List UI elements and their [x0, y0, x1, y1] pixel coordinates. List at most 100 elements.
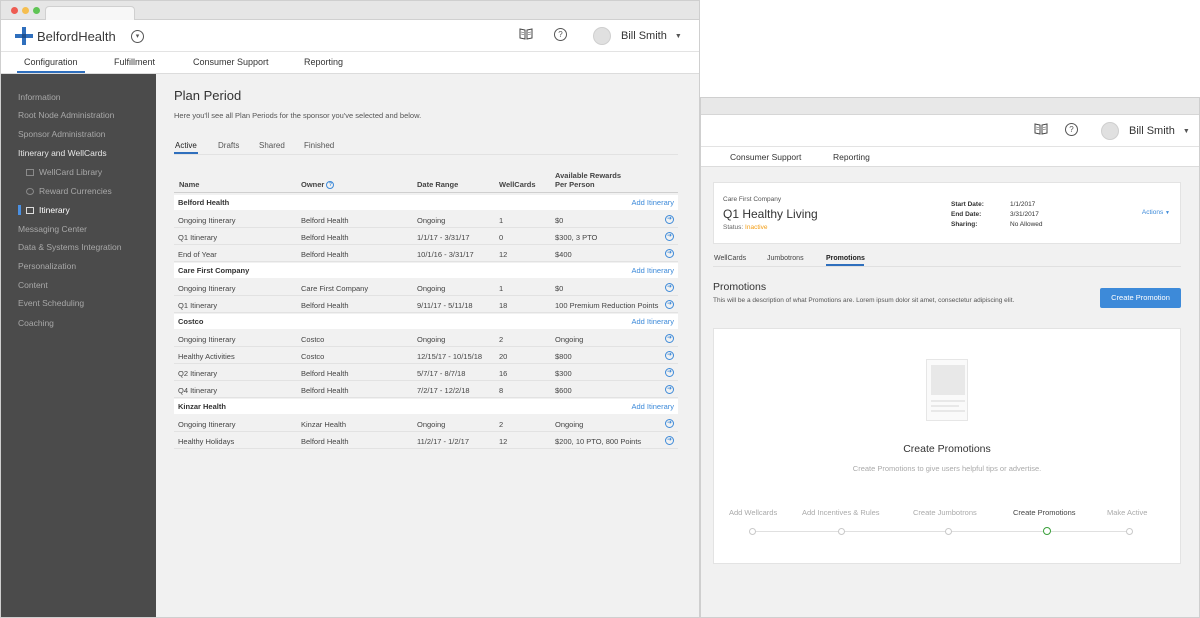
- tab-wellcards[interactable]: WellCards: [714, 255, 746, 262]
- sidebar-item-data-systems-integration[interactable]: Data & Systems Integration: [18, 242, 121, 252]
- tab-drafts[interactable]: Drafts: [218, 141, 239, 150]
- step-dot[interactable]: [945, 528, 952, 535]
- table-row[interactable]: Healthy Holidays Belford Health 11/2/17 - …: [174, 433, 678, 449]
- sidebar-item-root-node-administration[interactable]: Root Node Administration: [18, 110, 114, 120]
- table-row[interactable]: Q2 Itinerary Belford Health 5/7/17 - 8/7/1…: [174, 365, 678, 381]
- arrow-right-circle-icon[interactable]: ➜: [665, 232, 674, 241]
- step-dot[interactable]: [749, 528, 756, 535]
- step-label-make-active[interactable]: Make Active: [1107, 508, 1147, 517]
- add-itinerary-link[interactable]: Add Itinerary: [631, 317, 674, 326]
- cell-date-range: 12/15/17 - 10/15/18: [417, 352, 483, 361]
- tab-jumbotrons[interactable]: Jumbotrons: [767, 255, 804, 262]
- table-row[interactable]: Ongoing Itinerary Belford Health Ongoing 1 $…: [174, 212, 678, 228]
- column-header-name[interactable]: Name: [179, 180, 199, 189]
- column-header-date-range[interactable]: Date Range: [417, 180, 458, 189]
- arrow-right-circle-icon[interactable]: ➜: [665, 300, 674, 309]
- table-row[interactable]: Q1 Itinerary Belford Health 1/1/17 - 3/31/…: [174, 229, 678, 245]
- tab-promotions[interactable]: Promotions: [826, 255, 865, 262]
- user-menu[interactable]: Bill Smith ▼: [593, 25, 682, 47]
- table-row[interactable]: End of Year Belford Health 10/1/16 - 3/31/…: [174, 246, 678, 262]
- sidebar-item-wellcard-library[interactable]: WellCard Library: [26, 167, 102, 177]
- table-row[interactable]: Q4 Itinerary Belford Health 7/2/17 - 12/2/…: [174, 382, 678, 398]
- column-header-rewards[interactable]: Available Rewards Per Person: [555, 171, 621, 189]
- help-icon[interactable]: ?: [1065, 123, 1078, 136]
- cell-date-range: 1/1/17 - 3/31/17: [417, 233, 470, 242]
- tab-shared[interactable]: Shared: [259, 141, 285, 150]
- cell-wellcards: 12: [499, 250, 508, 259]
- add-itinerary-link[interactable]: Add Itinerary: [631, 402, 674, 411]
- cell-rewards: Ongoing: [555, 335, 584, 344]
- sidebar-item-itinerary[interactable]: Itinerary: [26, 205, 70, 215]
- sidebar-item-information[interactable]: Information: [18, 92, 61, 102]
- sponsor-dropdown-chevron-icon[interactable]: ▾: [131, 30, 144, 43]
- plan-summary-card: Care First Company Q1 Healthy Living Sta…: [713, 182, 1181, 244]
- sidebar-item-personalization[interactable]: Personalization: [18, 261, 76, 271]
- nav-tab-reporting[interactable]: Reporting: [833, 152, 870, 162]
- arrow-right-circle-icon[interactable]: ➜: [665, 368, 674, 377]
- step-dot[interactable]: [838, 528, 845, 535]
- arrow-right-circle-icon[interactable]: ➜: [665, 215, 674, 224]
- step-label-add-incentives-rules[interactable]: Add Incentives & Rules: [802, 508, 880, 517]
- user-menu[interactable]: Bill Smith ▼: [1101, 120, 1190, 142]
- end-date-value: 3/31/2017: [1010, 211, 1039, 218]
- table-group-header: Costco Add Itinerary: [174, 314, 678, 329]
- nav-tab-fulfillment[interactable]: Fulfillment: [114, 57, 155, 67]
- cell-name: Q2 Itinerary: [178, 369, 218, 378]
- add-itinerary-link[interactable]: Add Itinerary: [631, 266, 674, 275]
- arrow-right-circle-icon[interactable]: ➜: [665, 436, 674, 445]
- page-title: Plan Period: [174, 88, 242, 103]
- table-row[interactable]: Ongoing Itinerary Kinzar Health Ongoing 2 On…: [174, 416, 678, 432]
- add-itinerary-link[interactable]: Add Itinerary: [631, 198, 674, 207]
- maximize-window-dot[interactable]: [33, 7, 40, 14]
- sidebar-item-messaging-center[interactable]: Messaging Center: [18, 224, 87, 234]
- step-dot-current[interactable]: [1043, 527, 1051, 535]
- sidebar-item-coaching[interactable]: Coaching: [18, 318, 54, 328]
- arrow-right-circle-icon[interactable]: ➜: [665, 249, 674, 258]
- step-label-create-jumbotrons[interactable]: Create Jumbotrons: [913, 508, 977, 517]
- cell-name: Ongoing Itinerary: [178, 335, 236, 344]
- step-dot[interactable]: [1126, 528, 1133, 535]
- table-row[interactable]: Q1 Itinerary Belford Health 9/11/17 - 5/11…: [174, 297, 678, 313]
- table-row[interactable]: Healthy Activities Costco 12/15/17 - 10/15…: [174, 348, 678, 364]
- sidebar-item-itinerary-and-wellcards[interactable]: Itinerary and WellCards: [18, 148, 107, 158]
- sidebar-item-content[interactable]: Content: [18, 280, 48, 290]
- minimize-window-dot[interactable]: [22, 7, 29, 14]
- table-row[interactable]: Ongoing Itinerary Costco Ongoing 2 Ongoing ➜: [174, 331, 678, 347]
- arrow-right-circle-icon[interactable]: ➜: [665, 351, 674, 360]
- sidebar-item-event-scheduling[interactable]: Event Scheduling: [18, 298, 84, 308]
- group-name: Kinzar Health: [178, 402, 226, 411]
- table-row[interactable]: Ongoing Itinerary Care First Company Ongoi…: [174, 280, 678, 296]
- arrow-right-circle-icon[interactable]: ➜: [665, 283, 674, 292]
- help-icon[interactable]: ?: [554, 28, 567, 41]
- arrow-right-circle-icon[interactable]: ➜: [665, 385, 674, 394]
- nav-tab-consumer-support[interactable]: Consumer Support: [193, 57, 269, 67]
- tab-active[interactable]: Active: [175, 141, 197, 150]
- nav-tab-configuration[interactable]: Configuration: [24, 57, 78, 67]
- column-header-owner[interactable]: Owner ?: [301, 180, 335, 190]
- actions-dropdown[interactable]: Actions ▼: [1142, 209, 1170, 216]
- book-icon[interactable]: [1034, 123, 1048, 138]
- caret-down-icon: ▼: [674, 32, 682, 40]
- arrow-right-circle-icon[interactable]: ➜: [665, 334, 674, 343]
- empty-state-subtitle: Create Promotions to give users helpful …: [852, 464, 1042, 473]
- close-window-dot[interactable]: [11, 7, 18, 14]
- tab-finished[interactable]: Finished: [304, 141, 334, 150]
- user-name: Bill Smith: [1129, 125, 1175, 137]
- actions-label: Actions: [1141, 209, 1164, 216]
- step-label-add-wellcards[interactable]: Add Wellcards: [729, 508, 777, 517]
- table-group-header: Kinzar Health Add Itinerary: [174, 399, 678, 414]
- sidebar-item-sponsor-administration[interactable]: Sponsor Administration: [18, 129, 105, 139]
- nav-tab-consumer-support[interactable]: Consumer Support: [730, 152, 801, 162]
- browser-tab[interactable]: [45, 6, 135, 20]
- brand-logo[interactable]: BelfordHealth: [15, 27, 116, 45]
- info-icon[interactable]: ?: [326, 181, 335, 190]
- arrow-right-circle-icon[interactable]: ➜: [665, 419, 674, 428]
- create-promotion-button[interactable]: Create Promotion: [1100, 288, 1181, 308]
- grid-icon: [26, 168, 34, 176]
- nav-tab-reporting[interactable]: Reporting: [304, 57, 343, 67]
- column-header-wellcards[interactable]: WellCards: [499, 180, 536, 189]
- sidebar-item-reward-currencies[interactable]: Reward Currencies: [26, 186, 112, 196]
- status-badge: Inactive: [745, 224, 768, 231]
- book-icon[interactable]: [519, 28, 533, 43]
- step-label-create-promotions[interactable]: Create Promotions: [1013, 508, 1076, 517]
